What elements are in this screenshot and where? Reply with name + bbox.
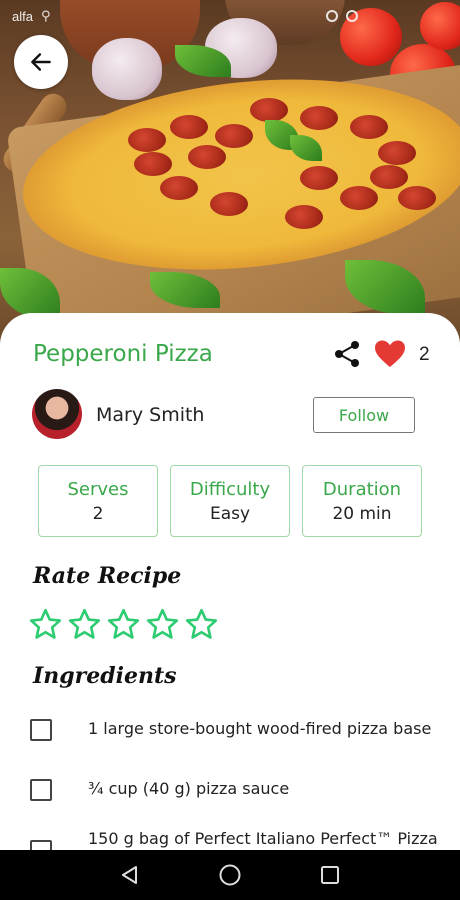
ingredient-item: ¾ cup (40 g) pizza sauce xyxy=(30,778,450,801)
like-count: 2 xyxy=(419,344,430,365)
eye-icon xyxy=(346,10,358,22)
star-icon[interactable] xyxy=(106,607,141,642)
nav-home-button[interactable] xyxy=(212,857,248,893)
status-icons xyxy=(326,10,358,22)
status-bar: alfa ⚲ xyxy=(0,0,460,32)
triangle-back-icon xyxy=(122,866,137,884)
author-avatar[interactable] xyxy=(32,389,82,439)
stat-duration: Duration 20 min xyxy=(302,465,422,537)
alarm-icon xyxy=(326,10,338,22)
usb-icon: ⚲ xyxy=(40,8,51,23)
heart-icon[interactable] xyxy=(374,339,406,369)
stat-difficulty: Difficulty Easy xyxy=(170,465,290,537)
ingredient-checkbox[interactable] xyxy=(30,779,52,801)
arrow-left-icon xyxy=(31,53,51,71)
ingredient-text: 1 large store-bought wood-fired pizza ba… xyxy=(88,719,432,738)
author-name: Mary Smith xyxy=(96,404,205,426)
star-icon[interactable] xyxy=(67,607,102,642)
ingredient-text: ¾ cup (40 g) pizza sauce xyxy=(88,779,290,798)
ingredient-text: 150 g bag of Perfect Italiano Perfect™ P… xyxy=(88,829,438,848)
share-icon[interactable] xyxy=(332,339,362,369)
rating-stars xyxy=(28,607,219,642)
stat-serves: Serves 2 xyxy=(38,465,158,537)
star-icon[interactable] xyxy=(145,607,180,642)
stat-label: Difficulty xyxy=(189,479,271,500)
stat-label: Serves xyxy=(67,479,129,500)
square-recents-icon xyxy=(321,866,339,884)
recipe-details-sheet: Pepperoni Pizza 2 Mary Smith Follow Serv… xyxy=(0,313,460,862)
ingredient-item: 1 large store-bought wood-fired pizza ba… xyxy=(30,718,450,741)
star-icon[interactable] xyxy=(184,607,219,642)
system-nav-bar xyxy=(0,850,460,900)
stat-value: Easy xyxy=(209,504,251,524)
stat-value: 20 min xyxy=(332,504,392,524)
follow-button[interactable]: Follow xyxy=(313,397,415,433)
ingredients-heading: Ingredients xyxy=(33,663,177,689)
circle-home-icon xyxy=(219,864,241,886)
carrier-label: alfa xyxy=(12,8,33,24)
nav-recents-button[interactable] xyxy=(312,857,348,893)
back-button[interactable] xyxy=(14,35,68,89)
stat-label: Duration xyxy=(322,479,402,500)
nav-back-button[interactable] xyxy=(112,857,148,893)
rate-recipe-heading: Rate Recipe xyxy=(33,563,182,589)
recipe-hero-image xyxy=(0,0,460,345)
ingredient-checkbox[interactable] xyxy=(30,719,52,741)
star-icon[interactable] xyxy=(28,607,63,642)
stat-value: 2 xyxy=(92,504,104,524)
recipe-title: Pepperoni Pizza xyxy=(33,341,213,367)
